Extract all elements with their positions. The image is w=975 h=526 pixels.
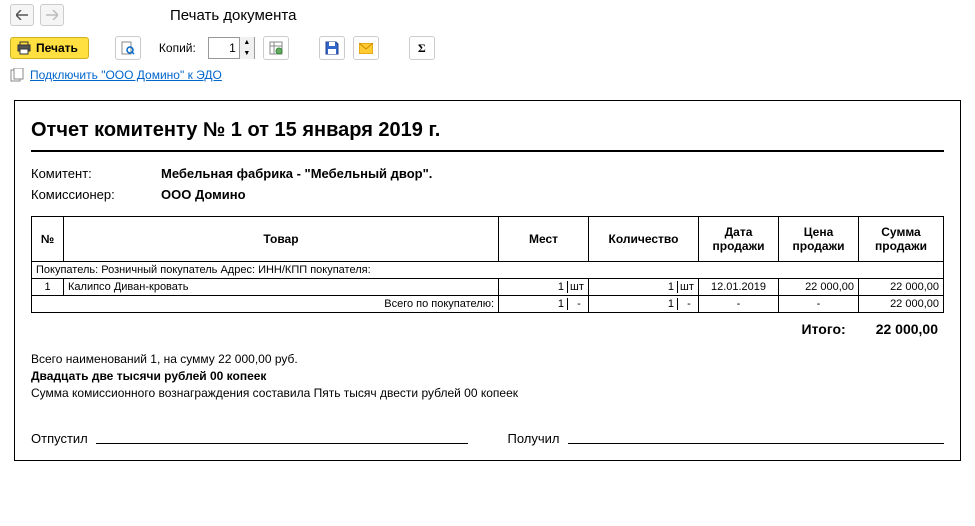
nav-back-button[interactable] bbox=[10, 4, 34, 26]
subtotal-sum: 22 000,00 bbox=[859, 296, 944, 313]
cell-qty-unit: шт bbox=[678, 281, 698, 293]
cell-places-val: 1 bbox=[499, 281, 568, 293]
grand-total-label: Итого: bbox=[802, 321, 846, 337]
principal-row: Комитент: Мебельная фабрика - "Мебельный… bbox=[31, 166, 944, 181]
received-signature: Получил bbox=[508, 431, 945, 446]
released-signature: Отпустил bbox=[31, 431, 468, 446]
released-label: Отпустил bbox=[31, 431, 88, 446]
table-header-row: № Товар Мест Количество Дата продажи Цен… bbox=[32, 217, 944, 262]
subtotal-row: Всего по покупателю: 1 - 1 - - - 22 000,… bbox=[32, 296, 944, 313]
th-num: № bbox=[32, 217, 64, 262]
cell-places-unit: шт bbox=[568, 281, 588, 293]
save-button[interactable] bbox=[319, 36, 345, 60]
table-settings-icon bbox=[269, 41, 283, 55]
cell-num: 1 bbox=[32, 279, 64, 296]
print-button[interactable]: Печать bbox=[10, 37, 89, 59]
printer-icon bbox=[17, 41, 31, 55]
edo-link[interactable]: Подключить "ООО Домино" к ЭДО bbox=[30, 68, 222, 82]
table-row: 1 Калипсо Диван-кровать 1 шт 1 шт 12.01.… bbox=[32, 279, 944, 296]
summary-block: Всего наименований 1, на сумму 22 000,00… bbox=[31, 351, 944, 401]
report-table: № Товар Мест Количество Дата продажи Цен… bbox=[31, 216, 944, 313]
nav-forward-button[interactable] bbox=[40, 4, 64, 26]
subtotal-qty: 1 bbox=[589, 298, 678, 310]
cell-product: Калипсо Диван-кровать bbox=[64, 279, 499, 296]
cell-price: 22 000,00 bbox=[779, 279, 859, 296]
released-line bbox=[96, 443, 468, 444]
cell-sum: 22 000,00 bbox=[859, 279, 944, 296]
grand-total-value: 22 000,00 bbox=[876, 321, 938, 337]
summary-line2: Двадцать две тысячи рублей 00 копеек bbox=[31, 368, 944, 385]
copies-down-button[interactable]: ▼ bbox=[240, 48, 254, 59]
toolbar: Печать Копий: ▲ ▼ Σ bbox=[0, 30, 975, 66]
subtotal-date: - bbox=[699, 296, 779, 313]
commissioner-label: Комиссионер: bbox=[31, 187, 161, 202]
summary-line1: Всего наименований 1, на сумму 22 000,00… bbox=[31, 351, 944, 368]
diskette-icon bbox=[325, 41, 339, 55]
print-button-label: Печать bbox=[36, 41, 78, 55]
commissioner-row: Комиссионер: ООО Домино bbox=[31, 187, 944, 202]
subtotal-places: 1 bbox=[499, 298, 568, 310]
subtotal-places-dash: - bbox=[568, 298, 588, 310]
th-sum: Сумма продажи bbox=[859, 217, 944, 262]
received-label: Получил bbox=[508, 431, 560, 446]
summary-line3: Сумма комиссионного вознаграждения соста… bbox=[31, 385, 944, 402]
th-qty: Количество bbox=[589, 217, 699, 262]
copies-input[interactable] bbox=[209, 40, 239, 56]
edo-bar: Подключить "ООО Домино" к ЭДО bbox=[0, 66, 975, 90]
subtotal-label: Всего по покупателю: bbox=[32, 296, 499, 313]
email-button[interactable] bbox=[353, 36, 379, 60]
copies-up-button[interactable]: ▲ bbox=[240, 37, 254, 48]
edo-icon bbox=[10, 68, 24, 82]
page-title: Печать документа bbox=[170, 7, 296, 24]
commissioner-value: ООО Домино bbox=[161, 187, 246, 202]
header-bar: Печать документа bbox=[0, 0, 975, 30]
doc-title: Отчет комитенту № 1 от 15 января 2019 г. bbox=[31, 119, 944, 142]
document-preview: Отчет комитенту № 1 от 15 января 2019 г.… bbox=[14, 100, 961, 461]
received-line bbox=[568, 443, 945, 444]
signatures-row: Отпустил Получил bbox=[31, 431, 944, 446]
th-price: Цена продажи bbox=[779, 217, 859, 262]
subtotal-qty-dash: - bbox=[678, 298, 698, 310]
principal-value: Мебельная фабрика - "Мебельный двор". bbox=[161, 166, 432, 181]
sum-button[interactable]: Σ bbox=[409, 36, 435, 60]
principal-label: Комитент: bbox=[31, 166, 161, 181]
settings-button[interactable] bbox=[263, 36, 289, 60]
th-places: Мест bbox=[499, 217, 589, 262]
copies-stepper[interactable]: ▲ ▼ bbox=[208, 37, 255, 59]
title-divider bbox=[31, 150, 944, 152]
th-date: Дата продажи bbox=[699, 217, 779, 262]
cell-qty-val: 1 bbox=[589, 281, 678, 293]
sigma-icon: Σ bbox=[418, 41, 426, 56]
th-product: Товар bbox=[64, 217, 499, 262]
envelope-icon bbox=[359, 43, 373, 54]
subtotal-price: - bbox=[779, 296, 859, 313]
buyer-info: Покупатель: Розничный покупатель Адрес: … bbox=[32, 262, 944, 279]
copies-label: Копий: bbox=[159, 41, 196, 55]
grand-total: Итого: 22 000,00 bbox=[31, 321, 944, 337]
buyer-row: Покупатель: Розничный покупатель Адрес: … bbox=[32, 262, 944, 279]
preview-button[interactable] bbox=[115, 36, 141, 60]
magnifier-icon bbox=[121, 41, 135, 55]
cell-date: 12.01.2019 bbox=[699, 279, 779, 296]
